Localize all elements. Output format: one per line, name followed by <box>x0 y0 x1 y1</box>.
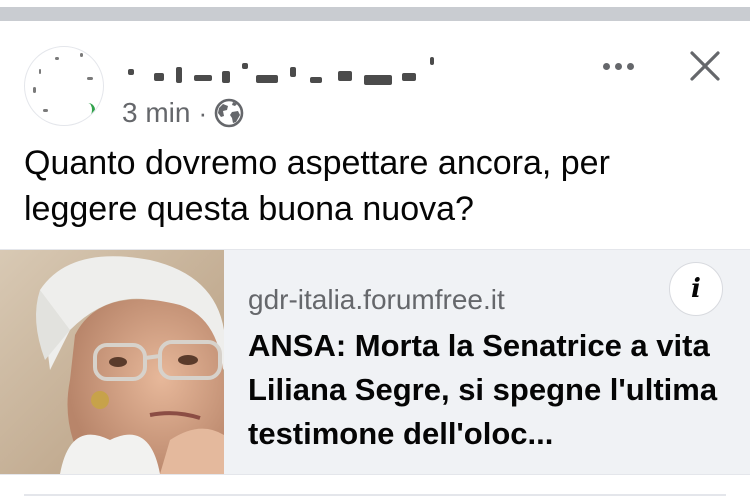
meta-separator: · <box>198 97 208 128</box>
link-domain: gdr-italia.forumfree.it <box>248 284 505 315</box>
more-options-icon[interactable] <box>598 52 638 80</box>
post-timestamp[interactable]: 3 min <box>122 97 190 129</box>
link-headline[interactable]: ANSA: Morta la Senatrice a vita Liliana … <box>248 324 728 456</box>
divider <box>24 494 726 496</box>
post-meta: 3 min · <box>122 96 244 130</box>
post-text: Quanto dovremo aspettare ancora, per leg… <box>24 144 610 228</box>
info-icon[interactable]: i <box>669 262 723 316</box>
feed-separator <box>0 0 750 22</box>
feed-post: 3 min · Quanto dovremo aspettare ancora,… <box>0 22 750 503</box>
close-icon[interactable] <box>686 47 724 85</box>
avatar[interactable] <box>24 46 104 126</box>
link-preview-card[interactable]: gdr-italia.forumfree.it ANSA: Morta la S… <box>0 249 750 475</box>
author-name-redacted[interactable] <box>124 53 444 93</box>
globe-icon[interactable] <box>214 98 244 128</box>
link-thumbnail-image[interactable] <box>0 250 224 474</box>
